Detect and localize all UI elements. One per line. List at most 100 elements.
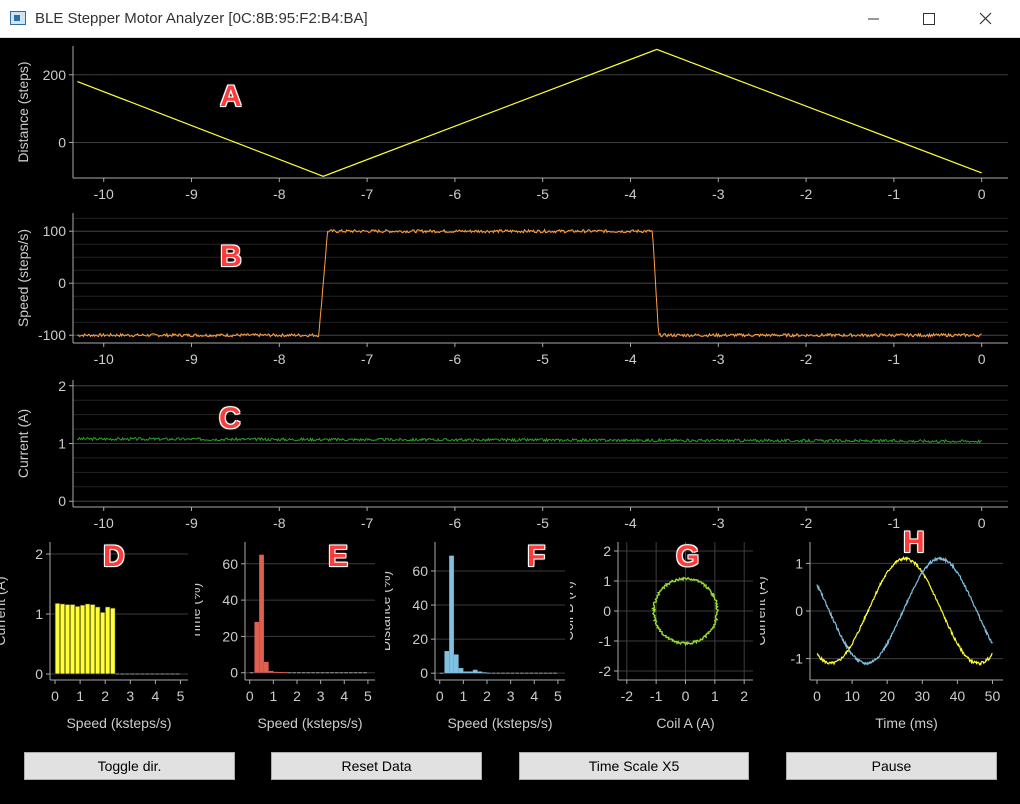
x-tick-label: -4 <box>624 351 637 367</box>
x-tick-label: 50 <box>985 688 1001 704</box>
x-tick-label: -7 <box>361 186 374 202</box>
histogram-bar <box>254 621 260 673</box>
histogram-bar <box>458 668 464 674</box>
current-line <box>77 436 983 444</box>
y-tick-label: 20 <box>412 631 428 647</box>
x-tick-label: 0 <box>813 688 821 704</box>
current-by-speed-histogram: 0 1 2 0 1 2 3 4 5 Current (A) Speed (ksteps/s) <box>0 542 188 731</box>
histogram-bar <box>99 611 106 675</box>
x-tick-label: -1 <box>888 515 901 531</box>
x-tick-label: 0 <box>436 688 444 704</box>
time-scale-button[interactable]: Time Scale X5 <box>519 752 749 780</box>
coil-phase-plot: -2 -1 0 1 2 -2 -1 0 1 2 Coil B (A) Coil A (A) <box>570 542 753 731</box>
y-axis-label: Distance (steps) <box>15 61 31 162</box>
x-tick-label: 2 <box>293 688 301 704</box>
x-tick-label: 2 <box>483 688 491 704</box>
x-tick-label: -7 <box>361 351 374 367</box>
histogram-bar <box>104 606 111 675</box>
x-tick-label: 3 <box>317 688 325 704</box>
y-axis-label: Speed (steps/s) <box>15 229 31 327</box>
y-tick-label: 60 <box>412 563 428 579</box>
plot-label-c: C <box>219 402 241 435</box>
histogram-bar <box>268 670 274 673</box>
x-tick-label: -8 <box>273 186 286 202</box>
app-icon <box>10 11 26 25</box>
y-tick-label: 40 <box>222 592 238 608</box>
x-tick-label: 2 <box>740 688 748 704</box>
y-tick-label: 1 <box>603 573 611 589</box>
x-tick-label: 1 <box>711 688 719 704</box>
plot-label-a: A <box>220 80 242 113</box>
x-axis-label: Speed (ksteps/s) <box>66 715 171 731</box>
x-tick-label: 0 <box>51 688 59 704</box>
x-tick-label: 0 <box>978 515 986 531</box>
y-tick-label: 100 <box>43 223 67 239</box>
histogram-bar <box>94 606 101 675</box>
x-tick-label: 1 <box>76 688 84 704</box>
x-tick-label: -6 <box>449 186 462 202</box>
x-tick-label: -10 <box>94 186 114 202</box>
time-by-speed-histogram: 02040600 1 2 3 4 5Time (%)Speed (ksteps/s) <box>195 542 375 731</box>
plot-label-h: H <box>903 526 925 559</box>
histogram-bar <box>273 671 279 673</box>
y-tick-label: -1 <box>791 651 804 667</box>
x-axis-label: Speed (ksteps/s) <box>447 715 552 731</box>
speed-plot: -1000100-10 -9 -8 -7 -6 -5 -4 -3 -2 -1 0Speed (ste… <box>15 213 1008 367</box>
x-tick-label: 0 <box>682 688 690 704</box>
x-tick-label: 5 <box>177 688 185 704</box>
x-tick-label: -8 <box>273 515 286 531</box>
histogram-bar <box>282 672 288 674</box>
y-tick-label: 1 <box>58 436 66 452</box>
y-tick-label: 0 <box>58 493 66 509</box>
histogram-bar <box>263 661 269 673</box>
x-tick-label: -2 <box>800 351 813 367</box>
histogram-bar <box>59 603 66 675</box>
x-tick-label: 4 <box>340 688 348 704</box>
current-plot: 012-10 -9 -8 -7 -6 -5 -4 -3 -2 -1 0Current (A) <box>15 378 1008 531</box>
histogram-bar <box>444 651 450 674</box>
histogram-bar <box>463 671 469 674</box>
histogram-bar <box>74 605 81 675</box>
x-tick-label: 10 <box>844 688 860 704</box>
y-axis-label: Time (%) <box>195 583 203 639</box>
distance-line <box>77 48 982 177</box>
y-tick-label: 1 <box>795 555 803 571</box>
x-tick-label: 20 <box>879 688 895 704</box>
x-tick-label: 30 <box>915 688 931 704</box>
x-tick-label: -1 <box>888 351 901 367</box>
y-tick-label: 2 <box>603 543 611 559</box>
x-tick-label: 3 <box>126 688 134 704</box>
y-tick-label: 0 <box>795 603 803 619</box>
minimize-icon[interactable] <box>850 0 896 37</box>
histogram-bar <box>278 672 283 674</box>
x-tick-label: 40 <box>950 688 966 704</box>
x-tick-label: 5 <box>364 688 372 704</box>
x-tick-label: -7 <box>361 515 374 531</box>
histogram-bar <box>468 671 473 674</box>
x-tick-label: -3 <box>712 515 725 531</box>
x-tick-label: -6 <box>449 351 462 367</box>
toggle-direction-button[interactable]: Toggle dir. <box>24 752 235 780</box>
x-tick-label: 0 <box>246 688 254 704</box>
x-tick-label: -6 <box>449 515 462 531</box>
plot-label-e: E <box>328 540 349 573</box>
maximize-icon[interactable] <box>905 0 951 37</box>
reset-data-button[interactable]: Reset Data <box>271 752 482 780</box>
pause-button[interactable]: Pause <box>786 752 997 780</box>
coil-current-waveform-plot: -1010 10 20 30 40 50Current (A)Time (ms) <box>760 542 1003 731</box>
plot-label-d: D <box>103 540 125 573</box>
x-tick-label: 3 <box>507 688 515 704</box>
x-tick-label: 5 <box>554 688 562 704</box>
plot-label-g: G <box>676 540 700 573</box>
histogram-bar <box>482 672 487 674</box>
y-axis-label: Current (A) <box>760 576 768 645</box>
y-tick-label: 2 <box>58 378 66 394</box>
x-tick-label: 1 <box>459 688 467 704</box>
y-axis-label: Current (A) <box>0 576 8 645</box>
histogram-bar <box>84 603 91 675</box>
histogram-bar <box>477 671 483 674</box>
x-tick-label: -10 <box>94 351 114 367</box>
close-icon[interactable] <box>963 0 1009 37</box>
plot-label-f: F <box>527 540 546 573</box>
x-tick-label: -4 <box>624 186 637 202</box>
